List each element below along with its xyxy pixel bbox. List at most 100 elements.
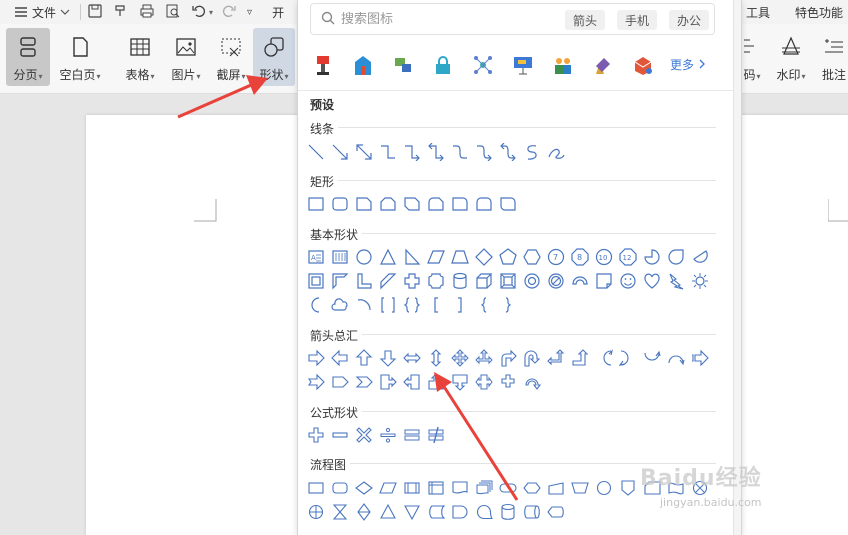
snip-same-side-rectangle-shape[interactable] [376, 192, 400, 216]
flowchart-data-shape[interactable] [376, 476, 400, 500]
chevron-arrow-shape[interactable] [352, 370, 376, 394]
chord-shape[interactable] [688, 245, 712, 269]
curved-left-arrow-shape[interactable] [616, 346, 640, 370]
not-equal-shape[interactable] [424, 423, 448, 447]
up-arrow-callout-shape[interactable] [424, 370, 448, 394]
left-right-arrow-callout-shape[interactable] [472, 370, 496, 394]
flowchart-internal-storage-shape[interactable] [424, 476, 448, 500]
blank-page-button[interactable]: 空白页▾ [56, 28, 104, 86]
flowchart-display-shape[interactable] [544, 500, 568, 524]
teardrop-shape[interactable] [664, 245, 688, 269]
save-icon[interactable] [87, 3, 103, 22]
frame-shape[interactable] [304, 269, 328, 293]
round-diagonal-rectangle-shape[interactable] [496, 192, 520, 216]
print-preview-icon[interactable] [165, 3, 181, 22]
flowchart-multidocument-shape[interactable] [472, 476, 496, 500]
cloud-shape[interactable] [328, 293, 352, 317]
right-arrow-callout-shape[interactable] [376, 370, 400, 394]
arc-shape[interactable] [352, 293, 376, 317]
notched-right-arrow-shape[interactable] [304, 370, 328, 394]
left-right-arrow-shape[interactable] [400, 346, 424, 370]
curved-down-arrow-shape[interactable] [664, 346, 688, 370]
presentation-icon[interactable] [512, 54, 534, 76]
bent-up-arrow-shape[interactable] [568, 346, 592, 370]
package-icon[interactable] [632, 54, 654, 76]
donut-shape[interactable] [520, 269, 544, 293]
diagonal-stripe-shape[interactable] [376, 269, 400, 293]
moon-shape[interactable] [304, 293, 328, 317]
striped-right-arrow-shape[interactable] [688, 346, 712, 370]
flowchart-alternate-process-shape[interactable] [328, 476, 352, 500]
equal-shape[interactable] [400, 423, 424, 447]
network-icon[interactable] [472, 54, 494, 76]
double-bracket-shape[interactable] [376, 293, 400, 317]
flowchart-extract-shape[interactable] [376, 500, 400, 524]
diamond-shape[interactable] [472, 245, 496, 269]
more-icons-link[interactable]: 更多 [670, 56, 706, 73]
bevel-shape[interactable] [496, 269, 520, 293]
flowchart-off-page-connector-shape[interactable] [616, 476, 640, 500]
minus-shape[interactable] [328, 423, 352, 447]
team-icon[interactable] [552, 54, 574, 76]
down-arrow-callout-shape[interactable] [448, 370, 472, 394]
shapes-button[interactable]: 形状▾ [253, 28, 295, 86]
line-shape[interactable] [304, 140, 328, 164]
left-arrow-callout-shape[interactable] [400, 370, 424, 394]
right-arrow-shape[interactable] [304, 346, 328, 370]
curved-double-arrow-connector-shape[interactable] [496, 140, 520, 164]
tag-phone[interactable]: 手机 [617, 10, 658, 30]
folded-corner-shape[interactable] [592, 269, 616, 293]
elbow-double-arrow-connector-shape[interactable] [424, 140, 448, 164]
tag-arrow[interactable]: 箭头 [565, 10, 606, 30]
flowchart-direct-access-storage-shape[interactable] [520, 500, 544, 524]
cross-shape[interactable] [400, 269, 424, 293]
format-painter-icon[interactable] [113, 3, 129, 22]
flowchart-connector-shape[interactable] [592, 476, 616, 500]
plus-shape[interactable] [304, 423, 328, 447]
snip-round-rectangle-shape[interactable] [424, 192, 448, 216]
divide-shape[interactable] [376, 423, 400, 447]
elbow-connector-shape[interactable] [376, 140, 400, 164]
undo-icon[interactable] [191, 3, 207, 22]
icon-search-input[interactable] [341, 11, 561, 27]
flowchart-decision-shape[interactable] [352, 476, 376, 500]
double-arrow-line-shape[interactable] [352, 140, 376, 164]
curved-arrow-connector-shape[interactable] [472, 140, 496, 164]
u-turn-arrow-shape[interactable] [520, 346, 544, 370]
lock-icon[interactable] [432, 54, 454, 76]
flowchart-magnetic-disk-shape[interactable] [496, 500, 520, 524]
podium-icon[interactable] [312, 54, 334, 76]
curved-connector-shape[interactable] [448, 140, 472, 164]
curved-right-arrow-shape[interactable] [592, 346, 616, 370]
half-frame-shape[interactable] [328, 269, 352, 293]
flowchart-preparation-shape[interactable] [520, 476, 544, 500]
right-brace-shape[interactable] [496, 293, 520, 317]
text-box-shape[interactable]: A [304, 245, 328, 269]
page-break-button[interactable]: 分页▾ [6, 28, 50, 86]
hexagon-shape[interactable] [520, 245, 544, 269]
picture-button[interactable]: 图片▾ [166, 28, 206, 86]
circular-arrow-shape[interactable] [520, 370, 544, 394]
up-down-arrow-shape[interactable] [424, 346, 448, 370]
round-single-corner-rectangle-shape[interactable] [448, 192, 472, 216]
no-symbol-shape[interactable] [544, 269, 568, 293]
dispatch-icon[interactable] [392, 54, 414, 76]
features-menu[interactable]: 特色功能 [795, 0, 843, 24]
round-same-side-rectangle-shape[interactable] [472, 192, 496, 216]
quad-arrow-shape[interactable] [448, 346, 472, 370]
curved-up-arrow-shape[interactable] [640, 346, 664, 370]
flowchart-sequential-access-storage-shape[interactable] [472, 500, 496, 524]
customize-icon[interactable]: ▿ [247, 7, 252, 18]
dodecagon-shape[interactable]: 12 [616, 245, 640, 269]
heart-shape[interactable] [640, 269, 664, 293]
comment-button[interactable]: 批注 [820, 28, 848, 86]
l-shape[interactable] [352, 269, 376, 293]
can-shape[interactable] [448, 269, 472, 293]
curve-shape[interactable] [520, 140, 544, 164]
qr-code-button[interactable]: 码▾ [738, 28, 766, 86]
heptagon-shape[interactable]: 7 [544, 245, 568, 269]
panel-scrollbar[interactable] [733, 0, 741, 535]
left-up-arrow-shape[interactable] [544, 346, 568, 370]
flowchart-manual-input-shape[interactable] [544, 476, 568, 500]
snip-diagonal-rectangle-shape[interactable] [400, 192, 424, 216]
